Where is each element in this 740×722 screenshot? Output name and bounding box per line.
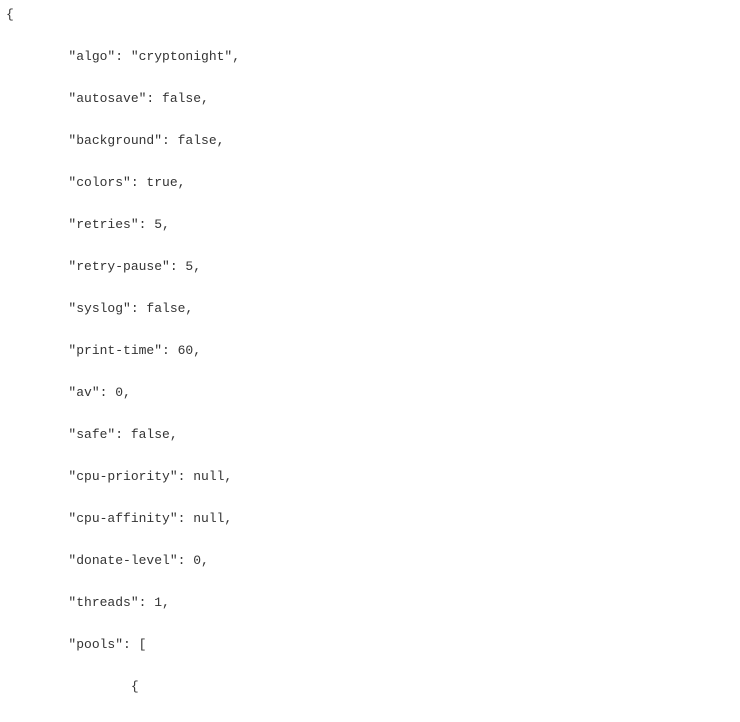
code-line: "autosave": false, [6,88,734,109]
code-line: "cpu-priority": null, [6,466,734,487]
code-line: "syslog": false, [6,298,734,319]
code-line: "av": 0, [6,382,734,403]
code-line: "retries": 5, [6,214,734,235]
code-line: "pools": [ [6,634,734,655]
code-line: "background": false, [6,130,734,151]
code-line: "cpu-affinity": null, [6,508,734,529]
code-line: "url": "92.63.197.48:9090", [6,718,734,722]
code-line: { [6,4,734,25]
code-line: { [6,676,734,697]
code-line: "safe": false, [6,424,734,445]
code-line: "print-time": 60, [6,340,734,361]
code-line: "algo": "cryptonight", [6,46,734,67]
code-line: "colors": true, [6,172,734,193]
code-line: "threads": 1, [6,592,734,613]
json-config-block: { "algo": "cryptonight", "autosave": fal… [0,0,740,722]
code-line: "donate-level": 0, [6,550,734,571]
code-line: "retry-pause": 5, [6,256,734,277]
